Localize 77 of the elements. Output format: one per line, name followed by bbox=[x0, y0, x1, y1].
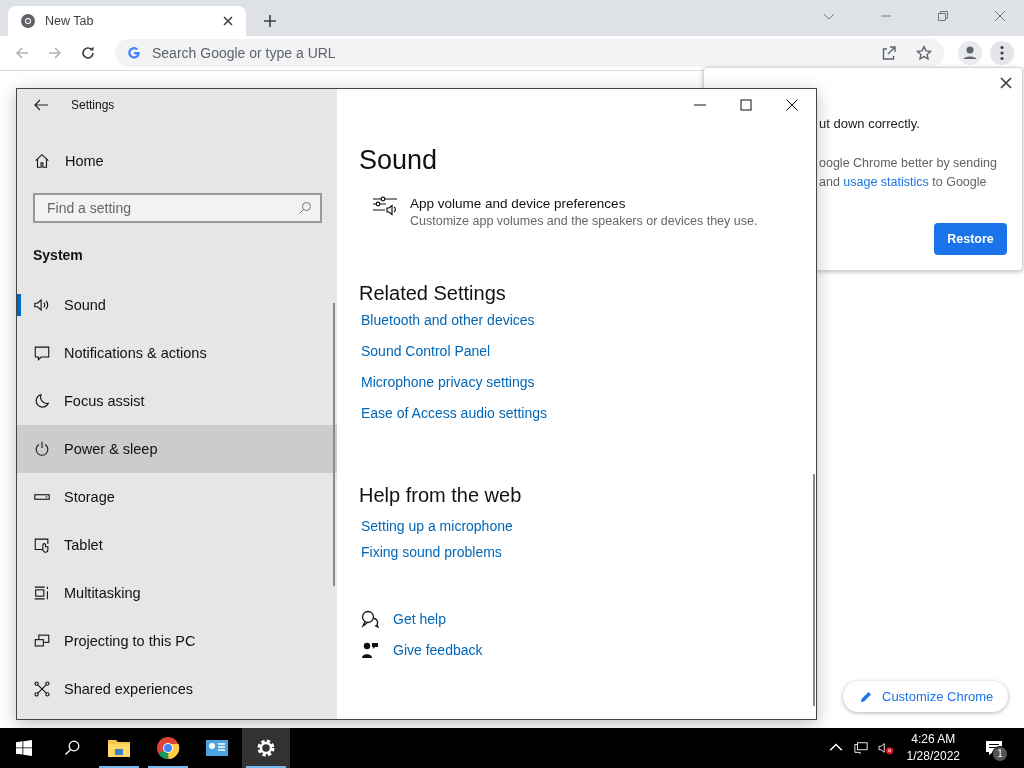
address-input[interactable]: Search Google or type a URL bbox=[150, 44, 862, 62]
sliders-speaker-icon bbox=[372, 196, 398, 218]
nav-item[interactable]: Storage bbox=[17, 473, 337, 521]
time-text: 4:26 AM bbox=[911, 731, 956, 748]
search-icon bbox=[298, 201, 312, 215]
section-heading: System bbox=[33, 247, 84, 263]
app-volume-description: Customize app volumes and the speakers or devices they use. bbox=[410, 214, 758, 228]
home-nav-item[interactable]: Home bbox=[17, 137, 337, 185]
window-title: Settings bbox=[71, 98, 115, 112]
help-link[interactable]: Get help bbox=[393, 611, 446, 627]
network-icon[interactable] bbox=[852, 741, 869, 755]
tab-title: New Tab bbox=[45, 14, 95, 28]
projecting-icon bbox=[33, 632, 51, 650]
settings-link[interactable]: Bluetooth and other devices bbox=[361, 312, 535, 328]
popup-message: ut down correctly. bbox=[819, 116, 921, 131]
tablet-icon bbox=[33, 536, 51, 554]
search-engine-logo-icon bbox=[127, 46, 141, 60]
app-volume-link[interactable]: App volume and device preferences Customize app volumes and the speakers or devices they use. bbox=[372, 196, 758, 228]
maximize-icon[interactable] bbox=[740, 99, 752, 111]
related-settings-heading: Related Settings bbox=[359, 282, 506, 305]
help-link[interactable]: Setting up a microphone bbox=[361, 518, 513, 534]
settings-link[interactable]: Sound Control Panel bbox=[361, 343, 491, 359]
popup-text: and usage statistics to Google bbox=[819, 175, 988, 189]
nav-item[interactable]: Focus assist bbox=[17, 377, 337, 425]
muted-speaker-icon[interactable] bbox=[877, 741, 894, 755]
new-tab-icon[interactable] bbox=[263, 14, 277, 28]
address-bar[interactable]: Search Google or type a URL bbox=[115, 39, 944, 67]
nav-item[interactable]: Sound bbox=[17, 281, 337, 329]
power-icon bbox=[33, 440, 51, 458]
chat-help-icon bbox=[361, 610, 379, 628]
notification-badge: 1 bbox=[992, 746, 1008, 762]
nav-item[interactable]: Projecting to this PC bbox=[17, 617, 337, 665]
profile-icon[interactable] bbox=[958, 41, 982, 65]
multitasking-icon bbox=[33, 584, 51, 602]
popup-text: oogle Chrome better by sending bbox=[819, 156, 998, 170]
reload-icon[interactable] bbox=[80, 45, 96, 61]
shared-icon bbox=[33, 680, 51, 698]
windows-start-icon[interactable] bbox=[16, 740, 32, 756]
person-feedback-icon bbox=[361, 641, 379, 659]
search-field[interactable]: Find a setting bbox=[33, 193, 322, 223]
home-icon bbox=[33, 152, 51, 170]
nav-item[interactable]: Power & sleep bbox=[17, 425, 337, 473]
close-icon[interactable] bbox=[786, 99, 798, 111]
nav-item[interactable]: Tablet bbox=[17, 521, 337, 569]
menu-icon[interactable] bbox=[990, 41, 1014, 65]
notification-icon bbox=[33, 344, 51, 362]
settings-link[interactable]: Microphone privacy settings bbox=[361, 374, 535, 390]
pencil-icon bbox=[859, 689, 873, 704]
search-icon[interactable] bbox=[64, 740, 80, 756]
nav-item[interactable]: Multitasking bbox=[17, 569, 337, 617]
nav-item[interactable]: Shared experiences bbox=[17, 665, 337, 713]
back-arrow-icon[interactable] bbox=[33, 97, 49, 113]
customize-chrome-button[interactable]: Customize Chrome bbox=[843, 681, 1009, 712]
close-icon[interactable] bbox=[1000, 77, 1012, 89]
help-heading: Help from the web bbox=[359, 484, 522, 507]
taskbar-app[interactable] bbox=[242, 728, 290, 768]
clock[interactable]: 4:26 AM 1/28/2022 bbox=[906, 731, 960, 765]
action-center-button[interactable]: 1 bbox=[974, 728, 1014, 768]
settings-link[interactable]: Ease of Access audio settings bbox=[361, 405, 547, 421]
browser-tab[interactable]: New Tab bbox=[8, 6, 246, 36]
page-title: Sound bbox=[359, 145, 438, 176]
usage-statistics-link[interactable]: usage statistics bbox=[843, 175, 929, 189]
speaker-icon bbox=[33, 296, 51, 314]
nav-item[interactable]: Notifications & actions bbox=[17, 329, 337, 377]
browser-logo-icon bbox=[156, 736, 180, 760]
date-text: 1/28/2022 bbox=[906, 748, 960, 765]
star-icon[interactable] bbox=[916, 45, 932, 61]
app-volume-title: App volume and device preferences bbox=[410, 196, 627, 211]
search-input[interactable]: Find a setting bbox=[45, 199, 298, 217]
close-icon[interactable] bbox=[222, 15, 234, 27]
browser-logo-icon bbox=[20, 13, 36, 29]
restore-button[interactable]: Restore bbox=[934, 223, 1007, 255]
restore-icon[interactable] bbox=[937, 10, 949, 22]
moon-icon bbox=[33, 392, 51, 410]
feedback-link[interactable]: Give feedback bbox=[393, 642, 483, 658]
share-icon[interactable] bbox=[881, 45, 897, 61]
help-link[interactable]: Fixing sound problems bbox=[361, 544, 502, 560]
